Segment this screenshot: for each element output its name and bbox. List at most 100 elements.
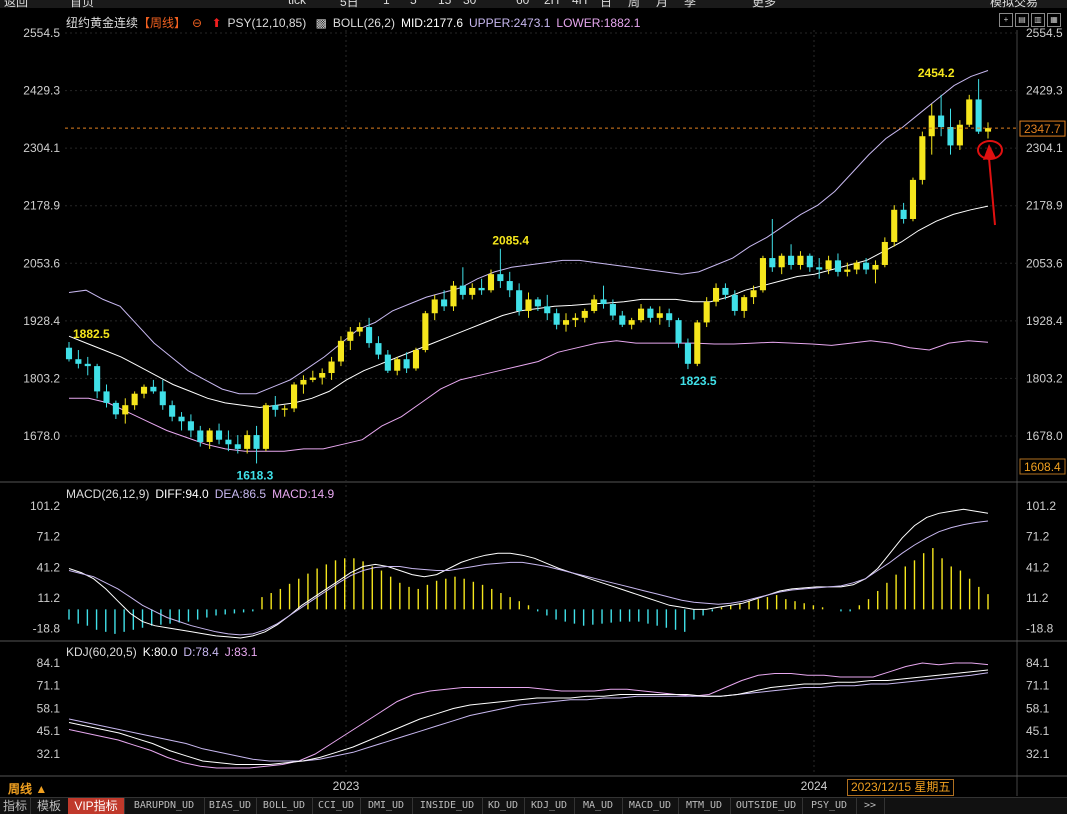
- candle-body: [534, 299, 541, 307]
- toolbar-item-5day[interactable]: 5日: [340, 0, 359, 8]
- toolbar-item-1m[interactable]: 1: [383, 0, 390, 7]
- boll-label[interactable]: BOLL(26,2): [333, 16, 395, 30]
- tab-ma-ud[interactable]: MA_UD: [574, 798, 623, 814]
- kdj-k: K:80.0: [142, 645, 178, 659]
- main-y-tick-left: 1678.0: [23, 429, 60, 443]
- psy-label[interactable]: PSY(12,10,85): [228, 16, 307, 30]
- candle-body: [778, 255, 785, 268]
- split-icon[interactable]: ▥: [1031, 13, 1045, 27]
- red-arrow-head: [983, 144, 996, 160]
- toolbar-item-sim-trade[interactable]: 模拟交易: [990, 0, 1038, 8]
- toolbar-item-4h[interactable]: 4H: [572, 0, 587, 7]
- crosshair-icon[interactable]: +: [999, 13, 1013, 27]
- toolbar-item-month[interactable]: 月: [656, 0, 668, 8]
- candle-body: [197, 430, 204, 442]
- candle-body: [619, 315, 626, 325]
- toolbar-item-home[interactable]: 首页: [70, 0, 94, 8]
- candle-body: [253, 435, 260, 449]
- tab-inside-ud[interactable]: INSIDE_UD: [412, 798, 483, 814]
- tab-psy-ud[interactable]: PSY_UD: [802, 798, 857, 814]
- chart-canvas[interactable]: 2554.5 2554.5 2429.3 2429.3 2304.1 2304.1 2178…: [0, 0, 1067, 813]
- main-y-tick-left: 2053.6: [23, 256, 60, 270]
- tab-[interactable]: 模板: [30, 798, 69, 814]
- kdj-j-line: [68, 662, 989, 769]
- tab-vip[interactable]: VIP指标: [68, 798, 125, 814]
- period-label[interactable]: 【周线】: [138, 16, 186, 30]
- candle-body: [131, 393, 138, 406]
- candle-body: [769, 258, 776, 268]
- macd-y-tick-left: 11.2: [38, 591, 61, 605]
- candle-body: [825, 260, 832, 270]
- bottom-price-tag: [1019, 458, 1066, 475]
- candle-body: [581, 310, 588, 318]
- toolbar-item-2h[interactable]: 2H: [544, 0, 559, 7]
- kdj-y-tick-right: 32.1: [1026, 747, 1050, 761]
- toolbar-item-quarter[interactable]: 季: [684, 0, 696, 8]
- tab-kd-ud[interactable]: KD_UD: [482, 798, 525, 814]
- candle-body: [741, 297, 748, 311]
- toolbar-item-5m[interactable]: 5: [410, 0, 417, 7]
- candle-body: [562, 320, 570, 325]
- layout-icon[interactable]: ▤: [1015, 13, 1029, 27]
- candle-body: [834, 260, 842, 272]
- toolbar-item-30m[interactable]: 30: [463, 0, 476, 7]
- tab-kdj-ud[interactable]: KDJ_UD: [524, 798, 575, 814]
- candle-body: [478, 287, 485, 291]
- bottom-price-text: 1608.4: [1024, 460, 1061, 474]
- toolbar-item-60m[interactable]: 60: [516, 0, 529, 7]
- cursor-date-tag: 2023/12/15 星期五: [847, 779, 955, 796]
- macd-value: MACD:14.9: [272, 487, 335, 501]
- tab-[interactable]: >>: [856, 798, 885, 814]
- main-y-tick-right: 2429.3: [1026, 84, 1063, 98]
- candle-body: [215, 430, 223, 440]
- price-annotation: 1618.3: [237, 468, 274, 482]
- candle-body: [497, 274, 504, 282]
- tab-dmi-ud[interactable]: DMI_UD: [360, 798, 413, 814]
- macd-name[interactable]: MACD(26,12,9): [66, 487, 149, 501]
- candle-body: [900, 209, 907, 219]
- candle-body: [881, 241, 888, 265]
- macd-dea: DEA:86.5: [214, 487, 267, 501]
- settings-icon[interactable]: ⊖: [192, 16, 202, 30]
- candle-body: [722, 287, 729, 295]
- candle-body: [403, 359, 410, 369]
- candle-body: [506, 281, 513, 291]
- candle-body: [103, 391, 110, 403]
- period-tag[interactable]: 周线 ▲: [8, 780, 47, 797]
- tab-[interactable]: 指标: [0, 798, 31, 814]
- main-y-tick-right: 2053.6: [1026, 256, 1063, 270]
- candle-body: [319, 373, 326, 378]
- tab-cci-ud[interactable]: CCI_UD: [312, 798, 361, 814]
- candle-body: [206, 430, 213, 442]
- toolbar-item-more[interactable]: 更多: [752, 0, 776, 8]
- tab-macd-ud[interactable]: MACD_UD: [622, 798, 679, 814]
- tab-barupdn-ud[interactable]: BARUPDN_UD: [124, 798, 205, 814]
- kdj-header: KDJ(60,20,5) K:80.0 D:78.4 J:83.1: [66, 645, 263, 659]
- toolbar-item-week[interactable]: 周: [628, 0, 640, 8]
- kdj-name[interactable]: KDJ(60,20,5): [66, 645, 137, 659]
- candle-body: [159, 391, 166, 406]
- tab-bias-ud[interactable]: BIAS_UD: [204, 798, 257, 814]
- tab-boll-ud[interactable]: BOLL_UD: [256, 798, 313, 814]
- kdj-y-tick-left: 71.1: [37, 679, 61, 693]
- candle-body: [422, 313, 429, 351]
- price-annotation: 1823.5: [680, 374, 717, 388]
- kdj-j: J:83.1: [224, 645, 258, 659]
- candle-body: [694, 322, 701, 364]
- toolbar-item-tick[interactable]: tick: [288, 0, 306, 7]
- candle-body: [459, 285, 466, 295]
- toolbar-item-day[interactable]: 日: [600, 0, 612, 8]
- grid-icon[interactable]: ▦: [1047, 13, 1061, 27]
- kdj-d-line: [68, 672, 989, 762]
- candle-body: [656, 313, 663, 318]
- candle-body: [431, 299, 438, 314]
- macd-y-tick-left: 101.2: [30, 499, 60, 513]
- candle-body: [140, 386, 148, 394]
- toolbar-item-back[interactable]: 返回: [4, 0, 28, 8]
- candle-body: [328, 361, 335, 374]
- tab-outside-ud[interactable]: OUTSIDE_UD: [730, 798, 803, 814]
- main-y-tick-right: 2304.1: [1026, 141, 1063, 155]
- candle-body: [469, 287, 476, 295]
- toolbar-item-15m[interactable]: 15: [438, 0, 451, 7]
- tab-mtm-ud[interactable]: MTM_UD: [678, 798, 731, 814]
